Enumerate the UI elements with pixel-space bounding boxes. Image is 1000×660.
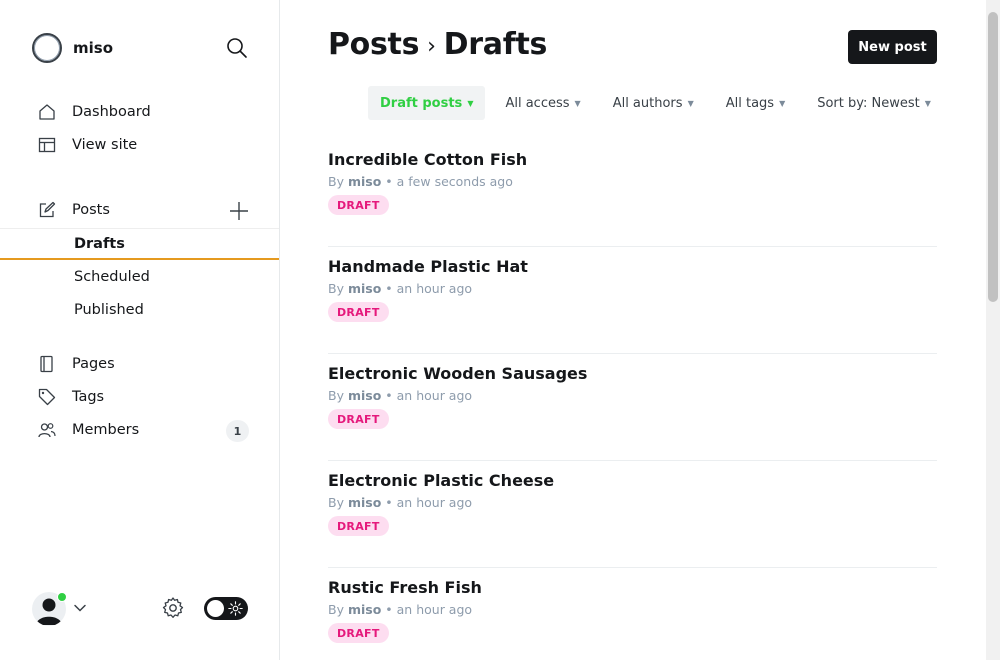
chevron-down-icon: ▼ (574, 98, 581, 108)
nav-label: Members (72, 422, 140, 438)
nav-pages[interactable]: Pages (0, 348, 279, 380)
breadcrumb-current: Drafts (443, 27, 548, 62)
chevron-down-icon[interactable] (73, 600, 87, 614)
nav-label: View site (72, 137, 138, 153)
post-list-item[interactable]: Electronic Plastic Cheese By miso • an h… (328, 461, 937, 568)
layout-icon (38, 136, 56, 154)
post-meta: By miso • an hour ago (328, 281, 472, 296)
post-title[interactable]: Electronic Wooden Sausages (328, 364, 587, 383)
nav-label: Pages (72, 356, 115, 372)
status-badge: DRAFT (328, 516, 389, 536)
page-title: Posts › Drafts (328, 27, 547, 62)
post-meta: By miso • an hour ago (328, 495, 472, 510)
post-list-item[interactable]: Incredible Cotton Fish By miso • a few s… (328, 140, 937, 247)
nav-tags[interactable]: Tags (0, 381, 279, 413)
post-author: miso (347, 174, 382, 189)
post-author: miso (347, 602, 382, 617)
new-post-button[interactable]: New post (848, 30, 937, 64)
post-list-item[interactable]: Handmade Plastic Hat By miso • an hour a… (328, 247, 937, 354)
meta-by: By (328, 174, 344, 189)
post-title[interactable]: Electronic Plastic Cheese (328, 471, 554, 490)
post-time: • a few seconds ago (385, 174, 513, 189)
chevron-down-icon: ▼ (779, 98, 786, 108)
status-badge: DRAFT (328, 302, 389, 322)
meta-by: By (328, 495, 344, 510)
sidebar-item-published[interactable]: Published (0, 294, 279, 326)
meta-by: By (328, 281, 344, 296)
sub-item-label: Scheduled (74, 269, 150, 285)
tag-icon (38, 388, 56, 406)
gear-icon[interactable] (161, 596, 185, 620)
post-list-item[interactable]: Electronic Wooden Sausages By miso • an … (328, 354, 937, 461)
post-time: • an hour ago (385, 281, 473, 296)
site-logo-icon (32, 33, 62, 63)
chevron-down-icon: ▼ (467, 98, 474, 108)
post-author: miso (347, 281, 382, 296)
post-author: miso (347, 495, 382, 510)
meta-by: By (328, 388, 344, 403)
members-count-badge: 1 (226, 420, 249, 442)
members-icon (38, 421, 56, 439)
filter-tags[interactable]: All tags ▼ (714, 86, 798, 120)
nav-label: Dashboard (72, 104, 151, 120)
nav-label: Posts (72, 202, 110, 218)
scrollbar-thumb[interactable] (988, 12, 998, 302)
edit-icon (38, 201, 56, 219)
breadcrumb-separator: › (427, 34, 436, 59)
status-badge: DRAFT (328, 623, 389, 643)
post-title[interactable]: Handmade Plastic Hat (328, 257, 528, 276)
site-name: miso (73, 39, 114, 57)
post-time: • an hour ago (385, 495, 473, 510)
sidebar-item-drafts[interactable]: Drafts (0, 228, 279, 260)
add-post-icon[interactable] (228, 200, 250, 222)
sub-item-label: Published (74, 302, 144, 318)
post-time: • an hour ago (385, 388, 473, 403)
page-icon (38, 355, 56, 373)
sun-icon (228, 601, 243, 616)
post-meta: By miso • an hour ago (328, 388, 472, 403)
filter-sort[interactable]: Sort by: Newest ▼ (805, 86, 943, 120)
search-icon[interactable] (226, 37, 248, 59)
brand[interactable]: miso (32, 32, 113, 64)
nav-label: Tags (72, 389, 105, 405)
filter-bar: Draft posts ▼ All access ▼ All authors ▼ Al… (368, 86, 951, 120)
sidebar-item-scheduled[interactable]: Scheduled (0, 261, 279, 293)
filter-label: Sort by: Newest (817, 95, 920, 111)
post-title[interactable]: Rustic Fresh Fish (328, 578, 482, 597)
post-time: • an hour ago (385, 602, 473, 617)
post-title[interactable]: Incredible Cotton Fish (328, 150, 527, 169)
main-content: Posts › Drafts New post Draft posts ▼ All… (280, 0, 986, 660)
online-status-dot (57, 592, 67, 602)
sidebar: miso Dashboard View site Posts Drafts Sc… (0, 0, 280, 660)
sub-item-label: Drafts (74, 235, 125, 252)
theme-toggle[interactable] (204, 597, 248, 620)
post-list-item[interactable]: Rustic Fresh Fish By miso • an hour ago … (328, 568, 937, 660)
post-meta: By miso • a few seconds ago (328, 174, 513, 189)
status-badge: DRAFT (328, 409, 389, 429)
nav-view-site[interactable]: View site (0, 129, 279, 161)
filter-label: All access (505, 95, 570, 111)
chevron-down-icon: ▼ (924, 98, 931, 108)
status-badge: DRAFT (328, 195, 389, 215)
filter-type[interactable]: Draft posts ▼ (368, 86, 486, 120)
filter-access[interactable]: All access ▼ (493, 86, 592, 120)
breadcrumb-posts[interactable]: Posts (328, 27, 419, 62)
scrollbar[interactable] (986, 0, 1000, 660)
nav-dashboard[interactable]: Dashboard (0, 96, 279, 128)
toggle-knob (207, 600, 224, 617)
filter-label: Draft posts (380, 95, 463, 111)
filter-label: All tags (725, 95, 775, 111)
meta-by: By (328, 602, 344, 617)
chevron-down-icon: ▼ (687, 98, 694, 108)
home-icon (38, 103, 56, 121)
filter-authors[interactable]: All authors ▼ (601, 86, 706, 120)
post-author: miso (347, 388, 382, 403)
post-meta: By miso • an hour ago (328, 602, 472, 617)
filter-label: All authors (612, 95, 683, 111)
